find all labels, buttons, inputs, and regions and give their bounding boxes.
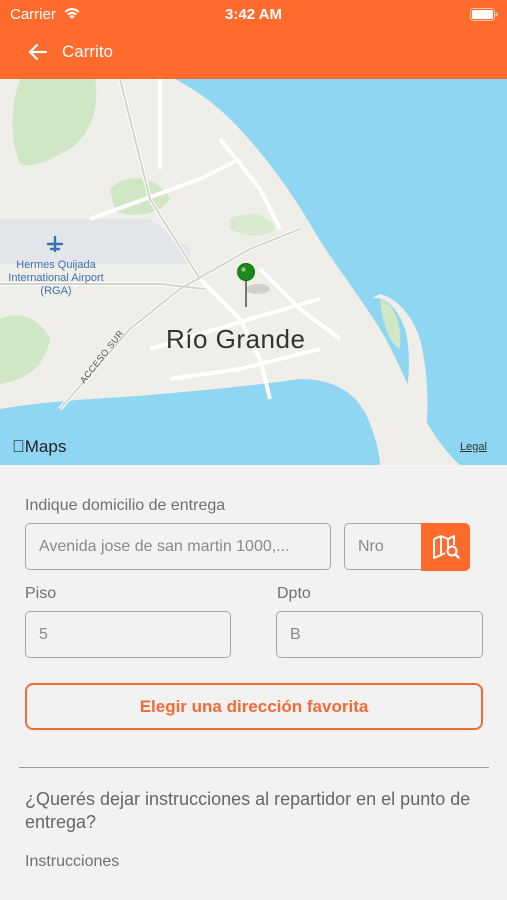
status-bar: Carrier 3:42 AM bbox=[0, 0, 507, 28]
map-legal-link[interactable]: Legal bbox=[460, 441, 487, 453]
navigation-header: Carrier 3:42 AM Carrito bbox=[0, 0, 507, 79]
delivery-map[interactable]: Hermes Quijada International Airport (RG… bbox=[0, 79, 507, 465]
floor-label: Piso bbox=[25, 585, 57, 602]
delivery-form: Indique domicilio de entrega Avenida jos… bbox=[0, 465, 507, 900]
map-search-button[interactable] bbox=[421, 523, 470, 571]
clock: 3:42 AM bbox=[225, 6, 282, 23]
battery-icon bbox=[470, 8, 498, 21]
divider bbox=[19, 767, 489, 768]
back-arrow-icon[interactable] bbox=[26, 40, 50, 64]
map-city-label: Río Grande bbox=[166, 324, 306, 354]
maps-brand-text: Maps bbox=[12, 437, 67, 456]
location-pin-icon[interactable] bbox=[237, 263, 255, 281]
address-input[interactable]: Avenida jose de san martin 1000,... bbox=[25, 523, 331, 570]
apartment-label: Dpto bbox=[277, 585, 311, 602]
address-label: Indique domicilio de entrega bbox=[25, 497, 226, 514]
map-search-icon bbox=[432, 535, 460, 559]
page-title: Carrito bbox=[62, 42, 114, 61]
street-number-input[interactable]: Nro bbox=[344, 523, 424, 570]
floor-input[interactable]: 5 bbox=[25, 611, 231, 658]
map-airport-label: Hermes Quijada International Airport (RG… bbox=[8, 259, 104, 297]
instructions-label: Instrucciones bbox=[25, 853, 120, 870]
instructions-question: ¿Querés dejar instrucciones al repartido… bbox=[25, 789, 471, 832]
favorite-address-button[interactable]: Elegir una dirección favorita bbox=[25, 683, 483, 730]
apple-logo-icon:  bbox=[12, 437, 25, 456]
apartment-input[interactable]: B bbox=[276, 611, 483, 658]
maps-logo: Maps bbox=[12, 437, 66, 457]
